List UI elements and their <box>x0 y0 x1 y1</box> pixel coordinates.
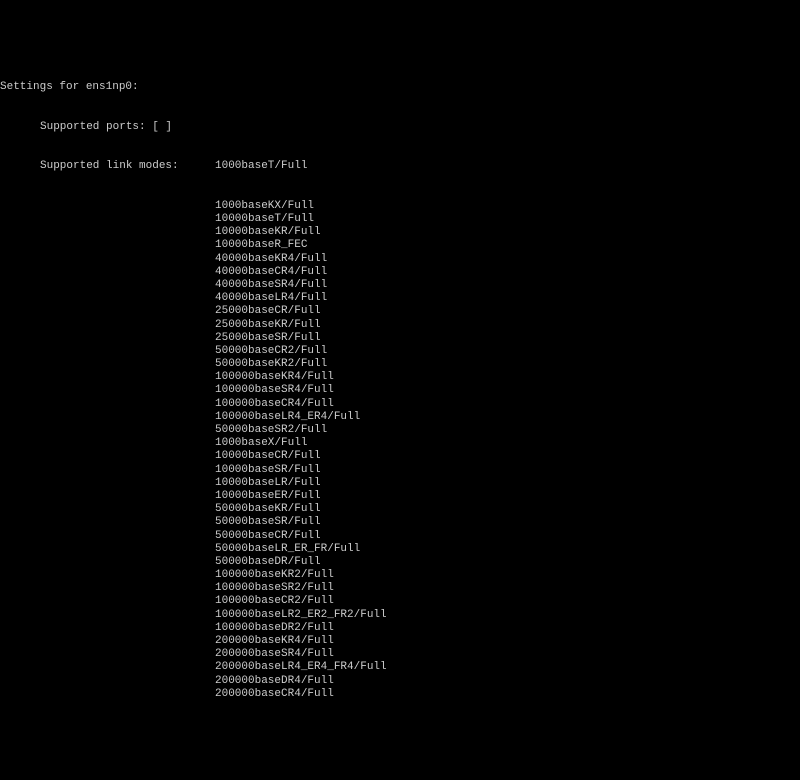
link-mode-item: 25000baseCR/Full <box>0 305 800 318</box>
link-mode-item: 10000baseLR/Full <box>0 477 800 490</box>
link-mode-item: 10000baseR_FEC <box>0 239 800 252</box>
link-mode-item: 40000baseCR4/Full <box>0 266 800 279</box>
link-mode-item: 10000baseER/Full <box>0 490 800 503</box>
link-mode-item: 100000baseKR4/Full <box>0 371 800 384</box>
link-mode-item: 10000baseT/Full <box>0 213 800 226</box>
link-mode-item: 50000baseSR/Full <box>0 516 800 529</box>
link-mode-item: 40000baseLR4/Full <box>0 292 800 305</box>
supported-link-modes-first: Supported link modes:1000baseT/Full <box>0 160 800 173</box>
link-mode-item: 100000baseKR2/Full <box>0 569 800 582</box>
link-mode-item: 200000baseDR4/Full <box>0 675 800 688</box>
link-mode-item: 200000baseCR4/Full <box>0 688 800 701</box>
supported-ports-line: Supported ports: [ ] <box>0 121 800 134</box>
link-mode-item: 10000baseCR/Full <box>0 450 800 463</box>
link-mode-item: 40000baseSR4/Full <box>0 279 800 292</box>
link-mode-item: 50000baseDR/Full <box>0 556 800 569</box>
link-mode-item: 100000baseLR2_ER2_FR2/Full <box>0 609 800 622</box>
link-mode-item: 10000baseKR/Full <box>0 226 800 239</box>
link-modes-list: 1000baseKX/Full10000baseT/Full10000baseK… <box>0 200 800 701</box>
link-mode-item: 50000baseCR/Full <box>0 530 800 543</box>
link-mode-item: 100000baseCR2/Full <box>0 595 800 608</box>
link-mode-item: 200000baseKR4/Full <box>0 635 800 648</box>
link-mode-item: 100000baseLR4_ER4/Full <box>0 411 800 424</box>
settings-header: Settings for ens1np0: <box>0 81 800 94</box>
link-mode-item: 50000baseKR/Full <box>0 503 800 516</box>
link-mode-item: 100000baseSR2/Full <box>0 582 800 595</box>
link-mode-item: 50000baseKR2/Full <box>0 358 800 371</box>
link-mode-item: 100000baseSR4/Full <box>0 384 800 397</box>
link-mode-item: 25000baseSR/Full <box>0 332 800 345</box>
link-modes-label: Supported link modes: <box>0 160 215 173</box>
link-mode-item: 200000baseSR4/Full <box>0 648 800 661</box>
link-mode-item: 100000baseDR2/Full <box>0 622 800 635</box>
link-mode-item: 40000baseKR4/Full <box>0 253 800 266</box>
link-mode-item: 100000baseCR4/Full <box>0 398 800 411</box>
link-mode-item: 50000baseLR_ER_FR/Full <box>0 543 800 556</box>
link-mode-item: 50000baseSR2/Full <box>0 424 800 437</box>
link-mode-item: 10000baseSR/Full <box>0 464 800 477</box>
terminal-output: Settings for ens1np0: Supported ports: [… <box>0 53 800 714</box>
link-mode-item: 200000baseLR4_ER4_FR4/Full <box>0 661 800 674</box>
link-mode-item: 1000baseT/Full <box>215 160 307 173</box>
link-mode-item: 50000baseCR2/Full <box>0 345 800 358</box>
link-mode-item: 1000baseX/Full <box>0 437 800 450</box>
link-mode-item: 1000baseKX/Full <box>0 200 800 213</box>
link-mode-item: 25000baseKR/Full <box>0 319 800 332</box>
